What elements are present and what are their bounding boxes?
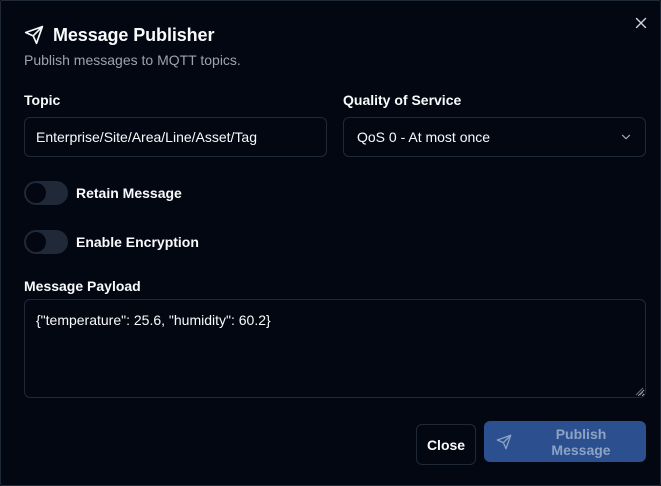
retain-label: Retain Message [76, 185, 182, 201]
topic-label: Topic [24, 92, 61, 108]
topic-input[interactable] [24, 117, 327, 157]
payload-label: Message Payload [24, 278, 141, 294]
qos-label: Quality of Service [343, 92, 462, 108]
dialog-header: Message Publisher [24, 22, 214, 48]
publish-button-label: Publish Message [551, 425, 611, 458]
dialog-subtitle: Publish messages to MQTT topics. [24, 52, 241, 68]
encryption-row: Enable Encryption [24, 230, 199, 254]
payload-textarea[interactable]: {"temperature": 25.6, "humidity": 60.2} [24, 299, 646, 398]
chevron-down-icon [619, 130, 633, 144]
qos-selected-value: QoS 0 - At most once [357, 129, 491, 145]
retain-row: Retain Message [24, 181, 182, 205]
publish-button[interactable]: Publish Message [484, 421, 646, 462]
encryption-label: Enable Encryption [76, 234, 199, 250]
encryption-toggle[interactable] [24, 230, 68, 254]
send-icon [24, 25, 44, 45]
dialog-title: Message Publisher [53, 24, 215, 45]
toggle-knob [26, 183, 46, 203]
close-icon[interactable] [632, 14, 650, 32]
close-button[interactable]: Close [416, 424, 476, 465]
qos-select[interactable]: QoS 0 - At most once [343, 117, 646, 157]
message-publisher-dialog: Message Publisher Publish messages to MQ… [0, 0, 661, 486]
send-icon [496, 434, 512, 450]
toggle-knob [26, 232, 46, 252]
retain-toggle[interactable] [24, 181, 68, 205]
